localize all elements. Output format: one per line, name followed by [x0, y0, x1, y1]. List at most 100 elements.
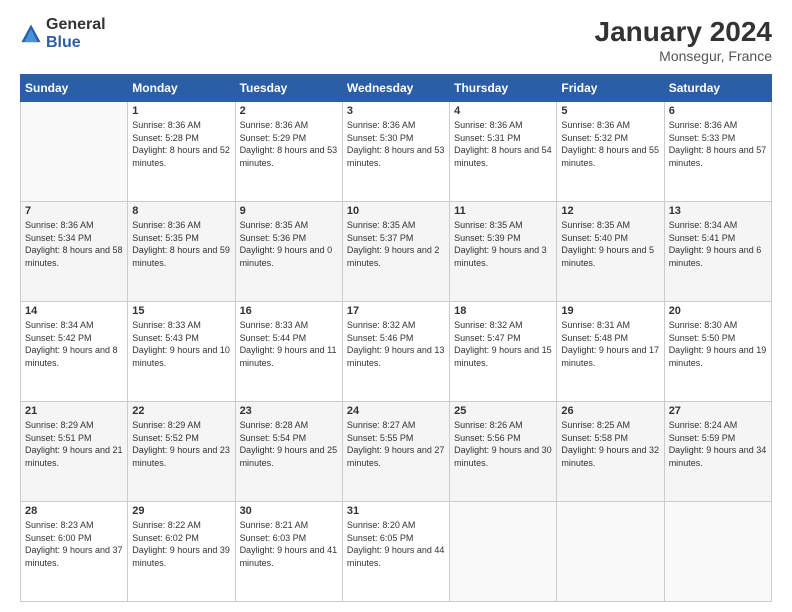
day-number: 27 — [669, 405, 767, 417]
calendar-day-cell: 17 Sunrise: 8:32 AMSunset: 5:46 PMDayligh… — [342, 302, 449, 402]
day-info: Sunrise: 8:27 AMSunset: 5:55 PMDaylight:… — [347, 419, 445, 469]
day-info: Sunrise: 8:32 AMSunset: 5:46 PMDaylight:… — [347, 319, 445, 369]
calendar-day-cell: 27Sunrise: 8:24 AMSunset: 5:59 PMDayligh… — [664, 402, 771, 502]
calendar-day-cell: 6 Sunrise: 8:36 AMSunset: 5:33 PMDaylight… — [664, 102, 771, 202]
calendar-day-cell: 5 Sunrise: 8:36 AMSunset: 5:32 PMDaylight… — [557, 102, 664, 202]
day-info: Sunrise: 8:34 AMSunset: 5:41 PMDaylight:… — [669, 219, 767, 269]
calendar-day-cell: 8Sunrise: 8:36 AMSunset: 5:35 PMDaylight… — [128, 202, 235, 302]
day-info: Sunrise: 8:31 AMSunset: 5:48 PMDaylight:… — [561, 319, 659, 369]
day-number: 1 — [132, 105, 230, 117]
day-info: Sunrise: 8:26 AMSunset: 5:56 PMDaylight:… — [454, 419, 552, 469]
calendar-week-row: 1 Sunrise: 8:36 AMSunset: 5:28 PMDaylight… — [21, 102, 772, 202]
day-number: 20 — [669, 305, 767, 317]
logo-icon — [20, 23, 42, 45]
day-info: Sunrise: 8:22 AMSunset: 6:02 PMDaylight:… — [132, 519, 230, 569]
day-number: 18 — [454, 305, 552, 317]
day-info: Sunrise: 8:36 AMSunset: 5:29 PMDaylight:… — [240, 119, 338, 169]
day-number: 23 — [240, 405, 338, 417]
logo: General Blue — [20, 16, 106, 51]
day-info: Sunrise: 8:33 AMSunset: 5:44 PMDaylight:… — [240, 319, 338, 369]
calendar-day-cell: 16 Sunrise: 8:33 AMSunset: 5:44 PMDayligh… — [235, 302, 342, 402]
day-number: 16 — [240, 305, 338, 317]
day-info: Sunrise: 8:33 AMSunset: 5:43 PMDaylight:… — [132, 319, 230, 369]
calendar-day-cell: 24 Sunrise: 8:27 AMSunset: 5:55 PMDayligh… — [342, 402, 449, 502]
day-number: 4 — [454, 105, 552, 117]
day-number: 6 — [669, 105, 767, 117]
calendar-day-header: Monday — [128, 75, 235, 102]
title-section: January 2024 Monsegur, France — [595, 16, 772, 64]
logo-general: General — [46, 16, 106, 34]
calendar-day-cell: 28Sunrise: 8:23 AMSunset: 6:00 PMDayligh… — [21, 502, 128, 602]
day-number: 7 — [25, 205, 123, 217]
day-number: 17 — [347, 305, 445, 317]
calendar-day-cell: 12 Sunrise: 8:35 AMSunset: 5:40 PMDayligh… — [557, 202, 664, 302]
calendar-day-cell — [21, 102, 128, 202]
calendar-header-row: SundayMondayTuesdayWednesdayThursdayFrid… — [21, 75, 772, 102]
day-number: 12 — [561, 205, 659, 217]
calendar-day-cell: 2 Sunrise: 8:36 AMSunset: 5:29 PMDaylight… — [235, 102, 342, 202]
day-info: Sunrise: 8:36 AMSunset: 5:30 PMDaylight:… — [347, 119, 445, 169]
calendar-day-cell: 23 Sunrise: 8:28 AMSunset: 5:54 PMDayligh… — [235, 402, 342, 502]
calendar-day-header: Tuesday — [235, 75, 342, 102]
calendar-week-row: 21Sunrise: 8:29 AMSunset: 5:51 PMDayligh… — [21, 402, 772, 502]
day-number: 13 — [669, 205, 767, 217]
day-number: 2 — [240, 105, 338, 117]
day-info: Sunrise: 8:35 AMSunset: 5:36 PMDaylight:… — [240, 219, 338, 269]
day-info: Sunrise: 8:25 AMSunset: 5:58 PMDaylight:… — [561, 419, 659, 469]
calendar-day-cell: 29Sunrise: 8:22 AMSunset: 6:02 PMDayligh… — [128, 502, 235, 602]
day-info: Sunrise: 8:36 AMSunset: 5:33 PMDaylight:… — [669, 119, 767, 169]
day-info: Sunrise: 8:36 AMSunset: 5:32 PMDaylight:… — [561, 119, 659, 169]
day-number: 15 — [132, 305, 230, 317]
calendar-day-cell: 1 Sunrise: 8:36 AMSunset: 5:28 PMDaylight… — [128, 102, 235, 202]
calendar-day-cell: 13 Sunrise: 8:34 AMSunset: 5:41 PMDayligh… — [664, 202, 771, 302]
day-number: 22 — [132, 405, 230, 417]
sub-title: Monsegur, France — [595, 48, 772, 64]
day-number: 9 — [240, 205, 338, 217]
day-info: Sunrise: 8:32 AMSunset: 5:47 PMDaylight:… — [454, 319, 552, 369]
day-number: 5 — [561, 105, 659, 117]
calendar-day-cell — [664, 502, 771, 602]
day-info: Sunrise: 8:34 AMSunset: 5:42 PMDaylight:… — [25, 319, 123, 369]
calendar-day-cell: 26Sunrise: 8:25 AMSunset: 5:58 PMDayligh… — [557, 402, 664, 502]
calendar-day-cell — [450, 502, 557, 602]
day-number: 21 — [25, 405, 123, 417]
calendar-day-header: Friday — [557, 75, 664, 102]
calendar-day-cell: 14 Sunrise: 8:34 AMSunset: 5:42 PMDayligh… — [21, 302, 128, 402]
calendar-day-header: Thursday — [450, 75, 557, 102]
calendar-week-row: 7 Sunrise: 8:36 AMSunset: 5:34 PMDaylight… — [21, 202, 772, 302]
day-number: 8 — [132, 205, 230, 217]
day-number: 14 — [25, 305, 123, 317]
day-info: Sunrise: 8:36 AMSunset: 5:28 PMDaylight:… — [132, 119, 230, 169]
day-info: Sunrise: 8:36 AMSunset: 5:31 PMDaylight:… — [454, 119, 552, 169]
day-number: 11 — [454, 205, 552, 217]
day-info: Sunrise: 8:21 AMSunset: 6:03 PMDaylight:… — [240, 519, 338, 569]
day-info: Sunrise: 8:35 AMSunset: 5:37 PMDaylight:… — [347, 219, 445, 269]
calendar-table: SundayMondayTuesdayWednesdayThursdayFrid… — [20, 74, 772, 602]
day-info: Sunrise: 8:36 AMSunset: 5:34 PMDaylight:… — [25, 219, 123, 269]
day-number: 31 — [347, 505, 445, 517]
calendar-day-cell: 3 Sunrise: 8:36 AMSunset: 5:30 PMDaylight… — [342, 102, 449, 202]
calendar-day-cell: 4 Sunrise: 8:36 AMSunset: 5:31 PMDaylight… — [450, 102, 557, 202]
calendar-day-cell: 10Sunrise: 8:35 AMSunset: 5:37 PMDayligh… — [342, 202, 449, 302]
calendar-day-cell: 11 Sunrise: 8:35 AMSunset: 5:39 PMDayligh… — [450, 202, 557, 302]
day-number: 3 — [347, 105, 445, 117]
day-number: 24 — [347, 405, 445, 417]
calendar-day-header: Saturday — [664, 75, 771, 102]
day-info: Sunrise: 8:30 AMSunset: 5:50 PMDaylight:… — [669, 319, 767, 369]
calendar-day-header: Wednesday — [342, 75, 449, 102]
day-info: Sunrise: 8:29 AMSunset: 5:52 PMDaylight:… — [132, 419, 230, 469]
calendar-day-cell: 22 Sunrise: 8:29 AMSunset: 5:52 PMDayligh… — [128, 402, 235, 502]
day-info: Sunrise: 8:35 AMSunset: 5:39 PMDaylight:… — [454, 219, 552, 269]
calendar-day-cell: 25Sunrise: 8:26 AMSunset: 5:56 PMDayligh… — [450, 402, 557, 502]
header: General Blue January 2024 Monsegur, Fran… — [20, 16, 772, 64]
day-info: Sunrise: 8:28 AMSunset: 5:54 PMDaylight:… — [240, 419, 338, 469]
calendar-day-cell: 20 Sunrise: 8:30 AMSunset: 5:50 PMDayligh… — [664, 302, 771, 402]
day-number: 28 — [25, 505, 123, 517]
calendar-day-cell: 15 Sunrise: 8:33 AMSunset: 5:43 PMDayligh… — [128, 302, 235, 402]
day-info: Sunrise: 8:20 AMSunset: 6:05 PMDaylight:… — [347, 519, 445, 569]
calendar-week-row: 28Sunrise: 8:23 AMSunset: 6:00 PMDayligh… — [21, 502, 772, 602]
logo-blue: Blue — [46, 34, 106, 52]
calendar-day-cell: 31 Sunrise: 8:20 AMSunset: 6:05 PMDayligh… — [342, 502, 449, 602]
day-info: Sunrise: 8:35 AMSunset: 5:40 PMDaylight:… — [561, 219, 659, 269]
logo-text: General Blue — [46, 16, 106, 51]
